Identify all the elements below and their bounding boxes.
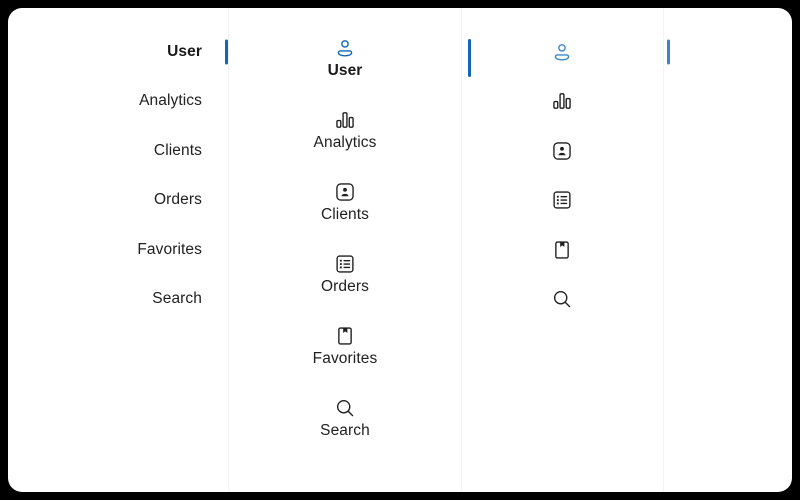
nav-item-favorites[interactable]: [462, 225, 662, 275]
nav-item-analytics[interactable]: Analytics: [229, 94, 461, 166]
nav-label-orders: Orders: [154, 191, 202, 209]
nav-label-user: User: [328, 62, 363, 80]
person-icon: [551, 41, 573, 63]
nav-rail-icons-only: [462, 8, 662, 492]
nav-label-user: User: [167, 43, 202, 61]
bar-chart-icon: [334, 109, 356, 131]
nav-item-orders[interactable]: Orders: [229, 238, 461, 310]
bookmark-icon: [551, 239, 573, 261]
nav-item-clients[interactable]: Clients: [8, 126, 220, 176]
nav-item-user[interactable]: User: [8, 27, 220, 77]
nav-item-search[interactable]: [462, 275, 662, 325]
nav-label-favorites: Favorites: [313, 350, 378, 368]
nav-item-favorites[interactable]: Favorites: [229, 310, 461, 382]
nav-item-user[interactable]: [462, 27, 662, 77]
nav-label-orders: Orders: [321, 278, 369, 296]
nav-label-favorites: Favorites: [137, 241, 202, 259]
bar-chart-icon: [551, 90, 573, 112]
search-icon: [334, 397, 356, 419]
search-icon: [551, 288, 573, 310]
bookmark-icon: [334, 325, 356, 347]
nav-item-orders[interactable]: [462, 176, 662, 226]
app-surface: User Analytics Clients Orders Favorites: [8, 8, 792, 492]
nav-rail-icon-and-label: User Analytics: [229, 8, 461, 492]
nav-label-clients: Clients: [154, 142, 202, 160]
person-icon: [334, 37, 356, 59]
nav-item-analytics[interactable]: [462, 77, 662, 127]
nav-item-search[interactable]: Search: [229, 382, 461, 454]
nav-label-search: Search: [320, 422, 370, 440]
task-list-icon: [551, 189, 573, 211]
nav-item-favorites[interactable]: Favorites: [8, 225, 220, 275]
nav-item-clients[interactable]: Clients: [229, 166, 461, 238]
screen-background: User Analytics Clients Orders Favorites: [0, 0, 800, 500]
nav-item-analytics[interactable]: Analytics: [8, 77, 220, 127]
nav-rail-labels-only: User Analytics Clients Orders Favorites: [8, 8, 220, 492]
rail-divider-3: [663, 8, 664, 492]
nav-label-analytics: Analytics: [314, 134, 377, 152]
nav-label-analytics: Analytics: [139, 92, 202, 110]
contact-card-icon: [334, 181, 356, 203]
nav-item-clients[interactable]: [462, 126, 662, 176]
active-indicator: [667, 39, 670, 64]
nav-label-clients: Clients: [321, 206, 369, 224]
nav-item-user[interactable]: User: [229, 22, 461, 94]
nav-label-search: Search: [152, 290, 202, 308]
task-list-icon: [334, 253, 356, 275]
nav-item-orders[interactable]: Orders: [8, 176, 220, 226]
contact-card-icon: [551, 140, 573, 162]
nav-item-search[interactable]: Search: [8, 275, 220, 325]
